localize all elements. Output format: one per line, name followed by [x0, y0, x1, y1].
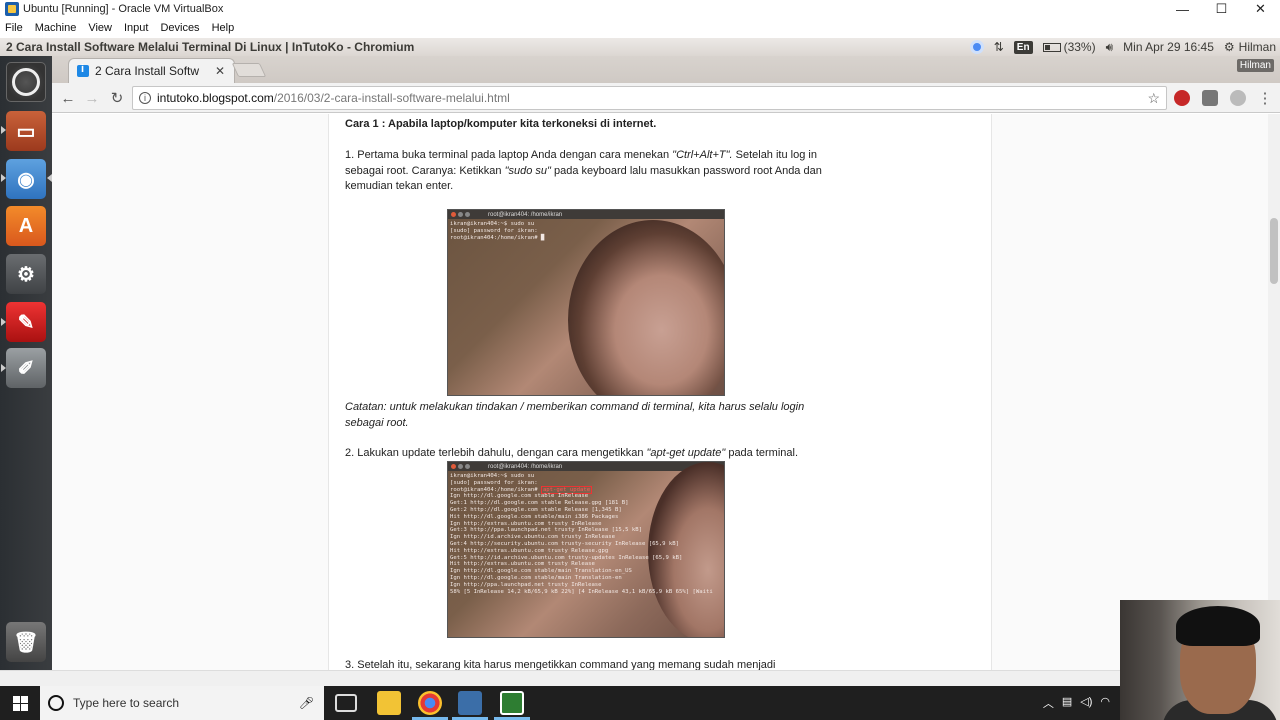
page-scrollbar[interactable] — [1268, 114, 1280, 670]
battery-indicator[interactable]: (33%) — [1042, 40, 1096, 54]
microphone-icon[interactable]: 🎤︎ — [299, 696, 314, 710]
files-icon[interactable]: ▭ — [6, 111, 46, 151]
bookmark-star-icon[interactable]: ☆ — [1147, 90, 1160, 107]
virtualbox-taskbar-icon[interactable] — [458, 691, 482, 715]
indicator-area: ⇅ En (33%) 🔊︎ Min Apr 29 16:45 ⚙ Hilman — [960, 38, 1276, 56]
tray-wifi-icon[interactable]: ◠ — [1100, 695, 1110, 711]
running-indicator — [1, 174, 6, 182]
tab-article[interactable]: 2 Cara Install Softw ✕ — [68, 58, 235, 83]
webcam-overlay — [1120, 600, 1280, 720]
chrome-icon[interactable] — [418, 691, 442, 715]
step-2-text: 2. Lakukan update terlebih dahulu, denga… — [345, 447, 799, 459]
chromium-indicator-icon[interactable] — [969, 40, 984, 54]
virtualbox-icon — [5, 2, 19, 16]
system-settings-icon[interactable]: ⚙ — [6, 254, 46, 294]
windows-taskbar: Type here to search 🎤︎ ︿ ▤ ◁) ◠ — [0, 686, 1280, 720]
network-arrows-icon[interactable]: ⇅ — [994, 40, 1004, 54]
virtualbox-titlebar: Ubuntu [Running] - Oracle VM VirtualBox … — [0, 0, 1280, 18]
menu-view[interactable]: View — [88, 22, 112, 34]
tab-strip: 2 Cara Install Softw ✕ Hilman — [52, 56, 1280, 83]
extension-icon[interactable] — [1202, 90, 1218, 106]
start-button[interactable] — [0, 686, 40, 720]
volume-icon[interactable]: 🔊︎ — [1106, 40, 1114, 55]
tray-chevron-icon[interactable]: ︿ — [1043, 695, 1054, 711]
virtualbox-title: Ubuntu [Running] - Oracle VM VirtualBox — [23, 3, 224, 15]
terminal-screenshot-2: root@ikran404: /home/ikran ikran@ikran40… — [447, 461, 725, 638]
url-path: /2016/03/2-cara-install-software-melalui… — [273, 91, 510, 105]
back-arrow-icon[interactable]: ← — [59, 89, 77, 107]
tray-network-icon[interactable]: ▤ — [1062, 695, 1072, 711]
tab-close-icon[interactable]: ✕ — [215, 64, 225, 78]
menu-help[interactable]: Help — [212, 22, 235, 34]
clock[interactable]: Min Apr 29 16:45 — [1123, 40, 1214, 54]
step-3-text: 3. Setelah itu, sekarang kita harus meng… — [345, 659, 776, 670]
battery-icon — [1042, 42, 1061, 52]
browser-toolbar: ← → ↻ i intutoko.blogspot.com /2016/03/2… — [52, 83, 1280, 113]
keyboard-indicator[interactable]: En — [1013, 40, 1033, 54]
menu-file[interactable]: File — [5, 22, 23, 34]
libreoffice-writer-icon[interactable]: ✎ — [6, 302, 46, 342]
window-controls: — ☐ ✕ — [1163, 0, 1280, 18]
trash-icon[interactable]: 🗑︎ — [6, 622, 46, 662]
url-host: intutoko.blogspot.com — [157, 91, 274, 105]
unity-launcher: ▭ ◉ A ⚙ ✎ ✐ 🗑︎ — [0, 56, 52, 670]
terminal-output: ikran@ikran404:~$ sudo su [sudo] password… — [450, 473, 713, 595]
taskbar-search[interactable]: Type here to search 🎤︎ — [40, 686, 324, 720]
chromium-icon[interactable]: ◉ — [6, 159, 46, 199]
file-explorer-icon[interactable] — [377, 691, 401, 715]
profile-button[interactable]: Hilman — [1236, 59, 1274, 72]
address-bar[interactable]: i intutoko.blogspot.com /2016/03/2-cara-… — [132, 86, 1167, 110]
running-indicator — [1, 318, 6, 326]
menu-devices[interactable]: Devices — [160, 22, 199, 34]
section-heading: Cara 1 : Apabila laptop/komputer kita te… — [345, 118, 657, 130]
globe-extension-icon[interactable] — [1230, 90, 1246, 106]
gear-icon: ⚙ — [1223, 40, 1235, 54]
ubuntu-software-icon[interactable]: A — [6, 206, 46, 246]
active-window-title: 2 Cara Install Software Melalui Terminal… — [6, 40, 415, 54]
terminal-screenshot-1: root@ikran404: /home/ikran ikran@ikran40… — [447, 209, 725, 396]
menu-machine[interactable]: Machine — [35, 22, 77, 34]
minimize-button[interactable]: — — [1163, 0, 1202, 18]
adblock-extension-icon[interactable] — [1174, 90, 1190, 106]
new-tab-button[interactable] — [231, 63, 267, 77]
tray-volume-icon[interactable]: ◁) — [1080, 695, 1092, 711]
reload-icon[interactable]: ↻ — [108, 89, 126, 107]
step-1-text: 1. Pertama buka terminal pada laptop And… — [345, 149, 822, 192]
running-indicator — [1, 126, 6, 134]
system-tray: ︿ ▤ ◁) ◠ — [1035, 695, 1110, 711]
blogger-favicon-icon — [77, 63, 89, 77]
scrollbar-thumb[interactable] — [1270, 218, 1278, 284]
note-text: Catatan: untuk melakukan tindakan / memb… — [345, 401, 805, 429]
dash-home-icon[interactable] — [6, 62, 46, 102]
virtualbox-menubar: File Machine View Input Devices Help — [0, 18, 1280, 38]
close-button[interactable]: ✕ — [1241, 0, 1280, 18]
windows-logo-icon — [12, 695, 28, 711]
site-info-icon[interactable]: i — [139, 92, 151, 104]
forward-arrow-icon[interactable]: → — [83, 89, 101, 107]
menu-kebab-icon[interactable]: ⋮ — [1256, 89, 1274, 107]
ubuntu-top-panel: 2 Cara Install Software Melalui Terminal… — [0, 38, 1280, 56]
running-indicator — [1, 364, 6, 372]
session-menu[interactable]: ⚙ Hilman — [1224, 40, 1276, 54]
cortana-icon — [48, 695, 64, 711]
blog-post: Cara 1 : Apabila laptop/komputer kita te… — [328, 114, 992, 670]
search-placeholder: Type here to search — [73, 696, 180, 710]
tab-title: 2 Cara Install Softw — [95, 64, 200, 78]
presenter-hair — [1176, 606, 1260, 646]
camtasia-icon[interactable] — [500, 691, 524, 715]
terminal-titlebar: root@ikran404: /home/ikran — [448, 210, 724, 219]
menu-input[interactable]: Input — [124, 22, 148, 34]
page-viewport: Cara 1 : Apabila laptop/komputer kita te… — [52, 114, 1268, 670]
task-view-icon[interactable] — [335, 694, 357, 712]
wallpaper-portrait — [568, 220, 724, 395]
virtualbox-statusbar — [0, 670, 1280, 686]
text-editor-icon[interactable]: ✐ — [6, 348, 46, 388]
maximize-button[interactable]: ☐ — [1202, 0, 1241, 18]
